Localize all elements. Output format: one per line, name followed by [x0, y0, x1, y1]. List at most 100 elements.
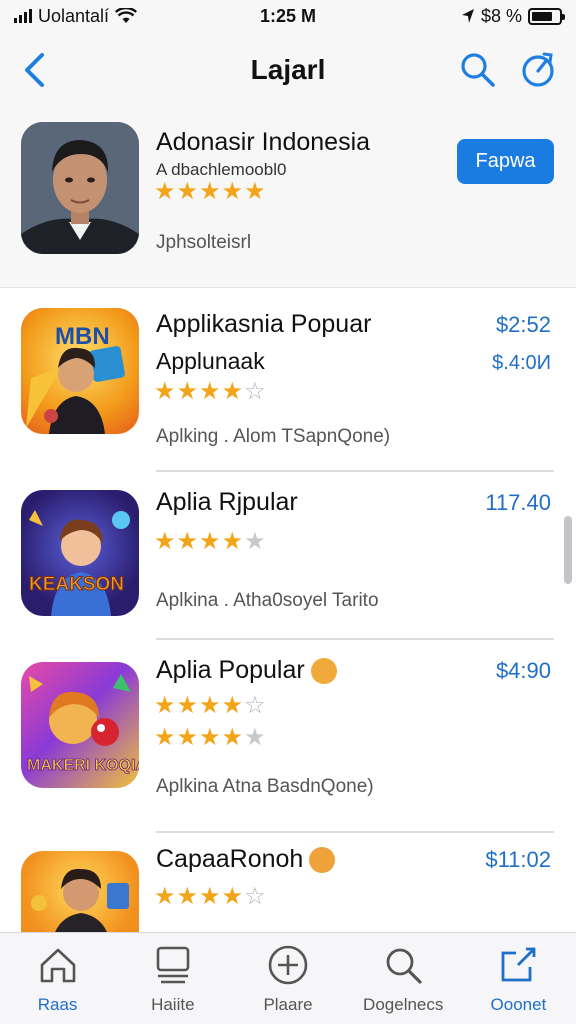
star-icon: ★: [221, 724, 244, 751]
star-icon: ★: [244, 178, 266, 205]
star-icon: ★: [154, 528, 176, 555]
star-icon: ★: [199, 724, 221, 751]
tab-share[interactable]: Ooonet: [461, 933, 576, 1024]
star-icon: ★: [154, 883, 176, 910]
star-icon: ★: [176, 378, 199, 405]
star-icon: ★: [176, 883, 199, 910]
tab-label: Dogelnecs: [363, 995, 444, 1014]
get-button[interactable]: Fapwa: [457, 139, 554, 184]
search-button[interactable]: [458, 50, 498, 90]
star-icon: ★: [154, 724, 176, 751]
tab-label: Plaare: [263, 995, 313, 1014]
featured-avatar: [21, 122, 139, 254]
app-rating: ★★★★☆: [154, 380, 267, 404]
app-icon: KEAKSON: [21, 490, 139, 616]
featured-app[interactable]: Adonasir Indonesia A dbachlemoobl0 ★★★★★…: [0, 108, 576, 288]
star-icon: ★: [199, 692, 221, 719]
featured-title: Adonasir Indonesia: [156, 128, 371, 156]
star-icon: ★: [176, 692, 199, 719]
star-icon: ★: [154, 692, 176, 719]
featured-developer: Jphsolteisrl: [156, 232, 252, 253]
apps-icon: [156, 946, 190, 984]
divider: [156, 638, 554, 640]
star-icon: ☆: [244, 378, 266, 405]
star-icon: ★: [221, 378, 244, 405]
star-icon: ★: [199, 528, 221, 555]
app-name: Aplia Rjpular: [156, 488, 298, 516]
tab-label: Ooonet: [490, 995, 547, 1014]
app-price[interactable]: 117.40: [485, 490, 551, 516]
tab-search[interactable]: Dogelnecs: [346, 933, 461, 1024]
app-price[interactable]: $11:02: [485, 847, 551, 873]
app-name-text: CapaaRonoh: [156, 845, 304, 873]
app-name-text: Aplia Popular: [156, 656, 305, 684]
icon-text: KEAKSON: [29, 574, 124, 595]
star-icon: ★: [221, 178, 244, 205]
updates-button[interactable]: [518, 50, 558, 90]
battery-icon: [528, 7, 565, 25]
star-icon: ★: [221, 528, 244, 555]
divider: [156, 470, 554, 472]
star-icon: ★: [176, 724, 199, 751]
app-rating-secondary: ★★★★★: [154, 726, 267, 750]
scrollbar[interactable]: [564, 516, 572, 584]
status-bar: Uolantalí 1:25 M $8 %: [0, 0, 576, 32]
app-subtitle: Applunaak: [156, 348, 265, 374]
divider: [156, 831, 554, 833]
star-icon: ★: [221, 883, 244, 910]
star-icon: ★: [176, 178, 199, 205]
app-name: CapaaRonoh: [156, 845, 336, 874]
app-price[interactable]: $4:90: [496, 658, 551, 684]
star-icon: ★: [199, 378, 221, 405]
nav-bar: Lajarl: [0, 32, 576, 108]
app-meta: Aplkina . Atha0soyel Tarito: [156, 590, 379, 611]
app-rating: ★★★★★: [154, 530, 267, 554]
plus-circle-icon: [268, 945, 308, 985]
star-icon: ☆: [244, 692, 266, 719]
icon-text: MBN: [55, 323, 110, 350]
app-icon: MAKERI KOQIAA: [21, 662, 139, 788]
tab-add[interactable]: Plaare: [230, 933, 345, 1024]
tab-home[interactable]: Raas: [0, 933, 115, 1024]
app-rating: ★★★★☆: [154, 885, 267, 909]
battery-percent: $8 %: [480, 5, 522, 26]
app-rating: ★★★★☆: [154, 694, 267, 718]
star-icon: ★: [154, 178, 176, 205]
share-icon: [502, 947, 536, 982]
app-name: Aplia Popular: [156, 656, 337, 685]
star-icon: ★: [154, 378, 176, 405]
refresh-icon: [522, 52, 554, 87]
signal-icon: [14, 9, 32, 23]
location-icon: [461, 9, 474, 23]
chevron-left-icon: [25, 53, 44, 87]
featured-rating: ★★★★★: [154, 180, 267, 204]
wifi-icon: [115, 8, 138, 23]
app-meta: Aplkina Atna BasdnQone): [156, 776, 374, 797]
carrier-name: Uolantalí: [38, 5, 110, 26]
tab-label: Haiite: [151, 995, 195, 1014]
tab-label: Raas: [37, 995, 78, 1014]
app-price-secondary: $.4:0И: [492, 352, 551, 374]
star-icon: ☆: [244, 883, 266, 910]
star-icon: ★: [221, 692, 244, 719]
home-icon: [40, 948, 75, 983]
back-button[interactable]: [14, 50, 54, 90]
app-price[interactable]: $2:52: [496, 312, 551, 338]
app-icon: MBN: [21, 308, 139, 434]
star-icon: ★: [199, 883, 221, 910]
search-icon: [386, 948, 422, 984]
star-icon: ★: [244, 528, 266, 555]
badge-icon: [309, 847, 336, 874]
tab-bar: Raas Haiite Plaare Dogelnecs Ooonet: [0, 932, 576, 1024]
status-time: 1:25 M: [259, 5, 317, 26]
star-icon: ★: [199, 178, 221, 205]
app-meta: Aplking . Alom TSapnQone): [156, 426, 391, 447]
tab-apps[interactable]: Haiite: [115, 933, 230, 1024]
star-icon: ★: [176, 528, 199, 555]
search-icon: [461, 53, 495, 87]
star-icon: ★: [244, 724, 266, 751]
icon-text: MAKERI KOQIAA: [27, 757, 139, 774]
featured-subtitle: A dbachlemoobl0: [156, 160, 287, 179]
app-name: Applikasnia Popuar: [156, 310, 372, 338]
badge-icon: [310, 658, 337, 685]
